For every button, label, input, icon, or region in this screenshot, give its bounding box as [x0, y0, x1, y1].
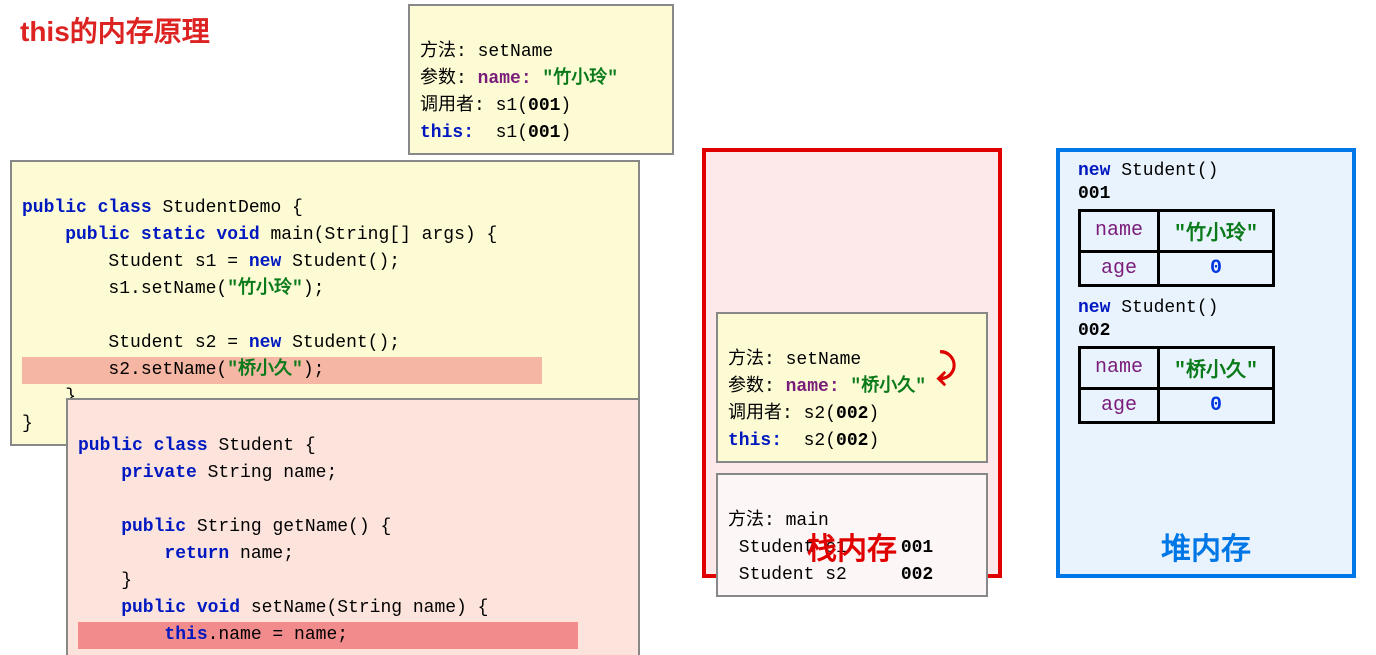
t: 001	[528, 123, 560, 143]
t: )	[560, 96, 571, 116]
t: )	[560, 123, 571, 143]
heap-label: 堆内存	[1060, 524, 1352, 568]
t: }	[78, 571, 132, 591]
t: new	[249, 252, 292, 272]
t: main(String[] args) {	[270, 225, 497, 245]
t: 调用者:	[728, 404, 804, 424]
t: this	[78, 625, 208, 645]
t: );	[303, 279, 325, 299]
t: .name = name;	[208, 625, 348, 645]
t: name:	[478, 69, 532, 89]
t: new	[249, 333, 292, 353]
t: Student();	[292, 333, 400, 353]
t: this:	[728, 431, 782, 451]
t: Student s1 =	[22, 252, 249, 272]
heap-obj1-table: name"竹小玲" age0	[1078, 209, 1275, 287]
curved-arrow-icon: ⤸	[936, 350, 956, 389]
t: private	[78, 463, 208, 483]
t: Student {	[218, 436, 315, 456]
t: "桥小久"	[227, 360, 303, 380]
t: 001	[528, 96, 560, 116]
heap-obj2-addr: 002	[1078, 321, 1110, 341]
t: 参数:	[728, 377, 786, 397]
t: 0	[1159, 251, 1274, 285]
t: }	[22, 414, 33, 434]
t: Student()	[1110, 161, 1218, 181]
t: name:	[786, 377, 840, 397]
highlighted-this-assign: this.name = name;	[78, 622, 578, 649]
stack-label: 栈内存	[706, 524, 998, 568]
t: 参数:	[420, 69, 478, 89]
t: Student();	[292, 252, 400, 272]
t: s2.setName(	[22, 360, 227, 380]
t: Student s2 =	[22, 333, 249, 353]
t: public class	[22, 198, 162, 218]
t: "桥小久"	[840, 377, 926, 397]
t: name	[1080, 347, 1159, 388]
t: Student s2	[728, 565, 901, 585]
t: 方法:	[420, 42, 478, 62]
t: new	[1078, 161, 1110, 181]
t: )	[868, 404, 879, 424]
t: public	[78, 517, 197, 537]
t: name	[1080, 210, 1159, 251]
t: "桥小久"	[1159, 347, 1274, 388]
t: );	[303, 360, 325, 380]
t: public void	[78, 598, 251, 618]
t: s2(	[804, 404, 836, 424]
t: setName(String name) {	[251, 598, 489, 618]
t: s2(	[782, 431, 836, 451]
t: new	[1078, 298, 1110, 318]
t: Student()	[1110, 298, 1218, 318]
heap-obj1-addr: 001	[1078, 184, 1110, 204]
t: public class	[78, 436, 218, 456]
t: String name;	[208, 463, 338, 483]
t: String getName() {	[197, 517, 391, 537]
t: "竹小玲"	[227, 279, 303, 299]
t: public static void	[22, 225, 270, 245]
t: "竹小玲"	[1159, 210, 1274, 251]
heap-obj2-header: new Student() 002	[1060, 297, 1352, 344]
t: 002	[901, 565, 933, 585]
t: StudentDemo {	[162, 198, 302, 218]
heap-memory: new Student() 001 name"竹小玲" age0 new Stu…	[1056, 148, 1356, 578]
heap-obj1-header: new Student() 001	[1060, 160, 1352, 207]
t: s1(	[474, 123, 528, 143]
t: return	[78, 544, 240, 564]
t: 0	[1159, 388, 1274, 422]
t: name;	[240, 544, 294, 564]
t: 方法:	[728, 350, 786, 370]
t: setName	[786, 350, 862, 370]
t: )	[868, 431, 879, 451]
t: 002	[836, 404, 868, 424]
t: s1(	[496, 96, 528, 116]
t: setName	[478, 42, 554, 62]
highlighted-call: s2.setName("桥小久");	[22, 357, 542, 384]
t: this:	[420, 123, 474, 143]
t: 002	[836, 431, 868, 451]
t: 调用者:	[420, 96, 496, 116]
t: age	[1080, 251, 1159, 285]
t: "竹小玲"	[532, 69, 618, 89]
top-stack-frame: 方法: setName 参数: name: "竹小玲" 调用者: s1(001)…	[408, 4, 674, 155]
code-student: public class Student { private String na…	[66, 398, 640, 655]
stack-memory: 方法: setName 参数: name: "桥小久" 调用者: s2(002)…	[702, 148, 1002, 578]
t: s1.setName(	[22, 279, 227, 299]
t: age	[1080, 388, 1159, 422]
diagram-title: this的内存原理	[20, 10, 210, 50]
heap-obj2-table: name"桥小久" age0	[1078, 346, 1275, 424]
